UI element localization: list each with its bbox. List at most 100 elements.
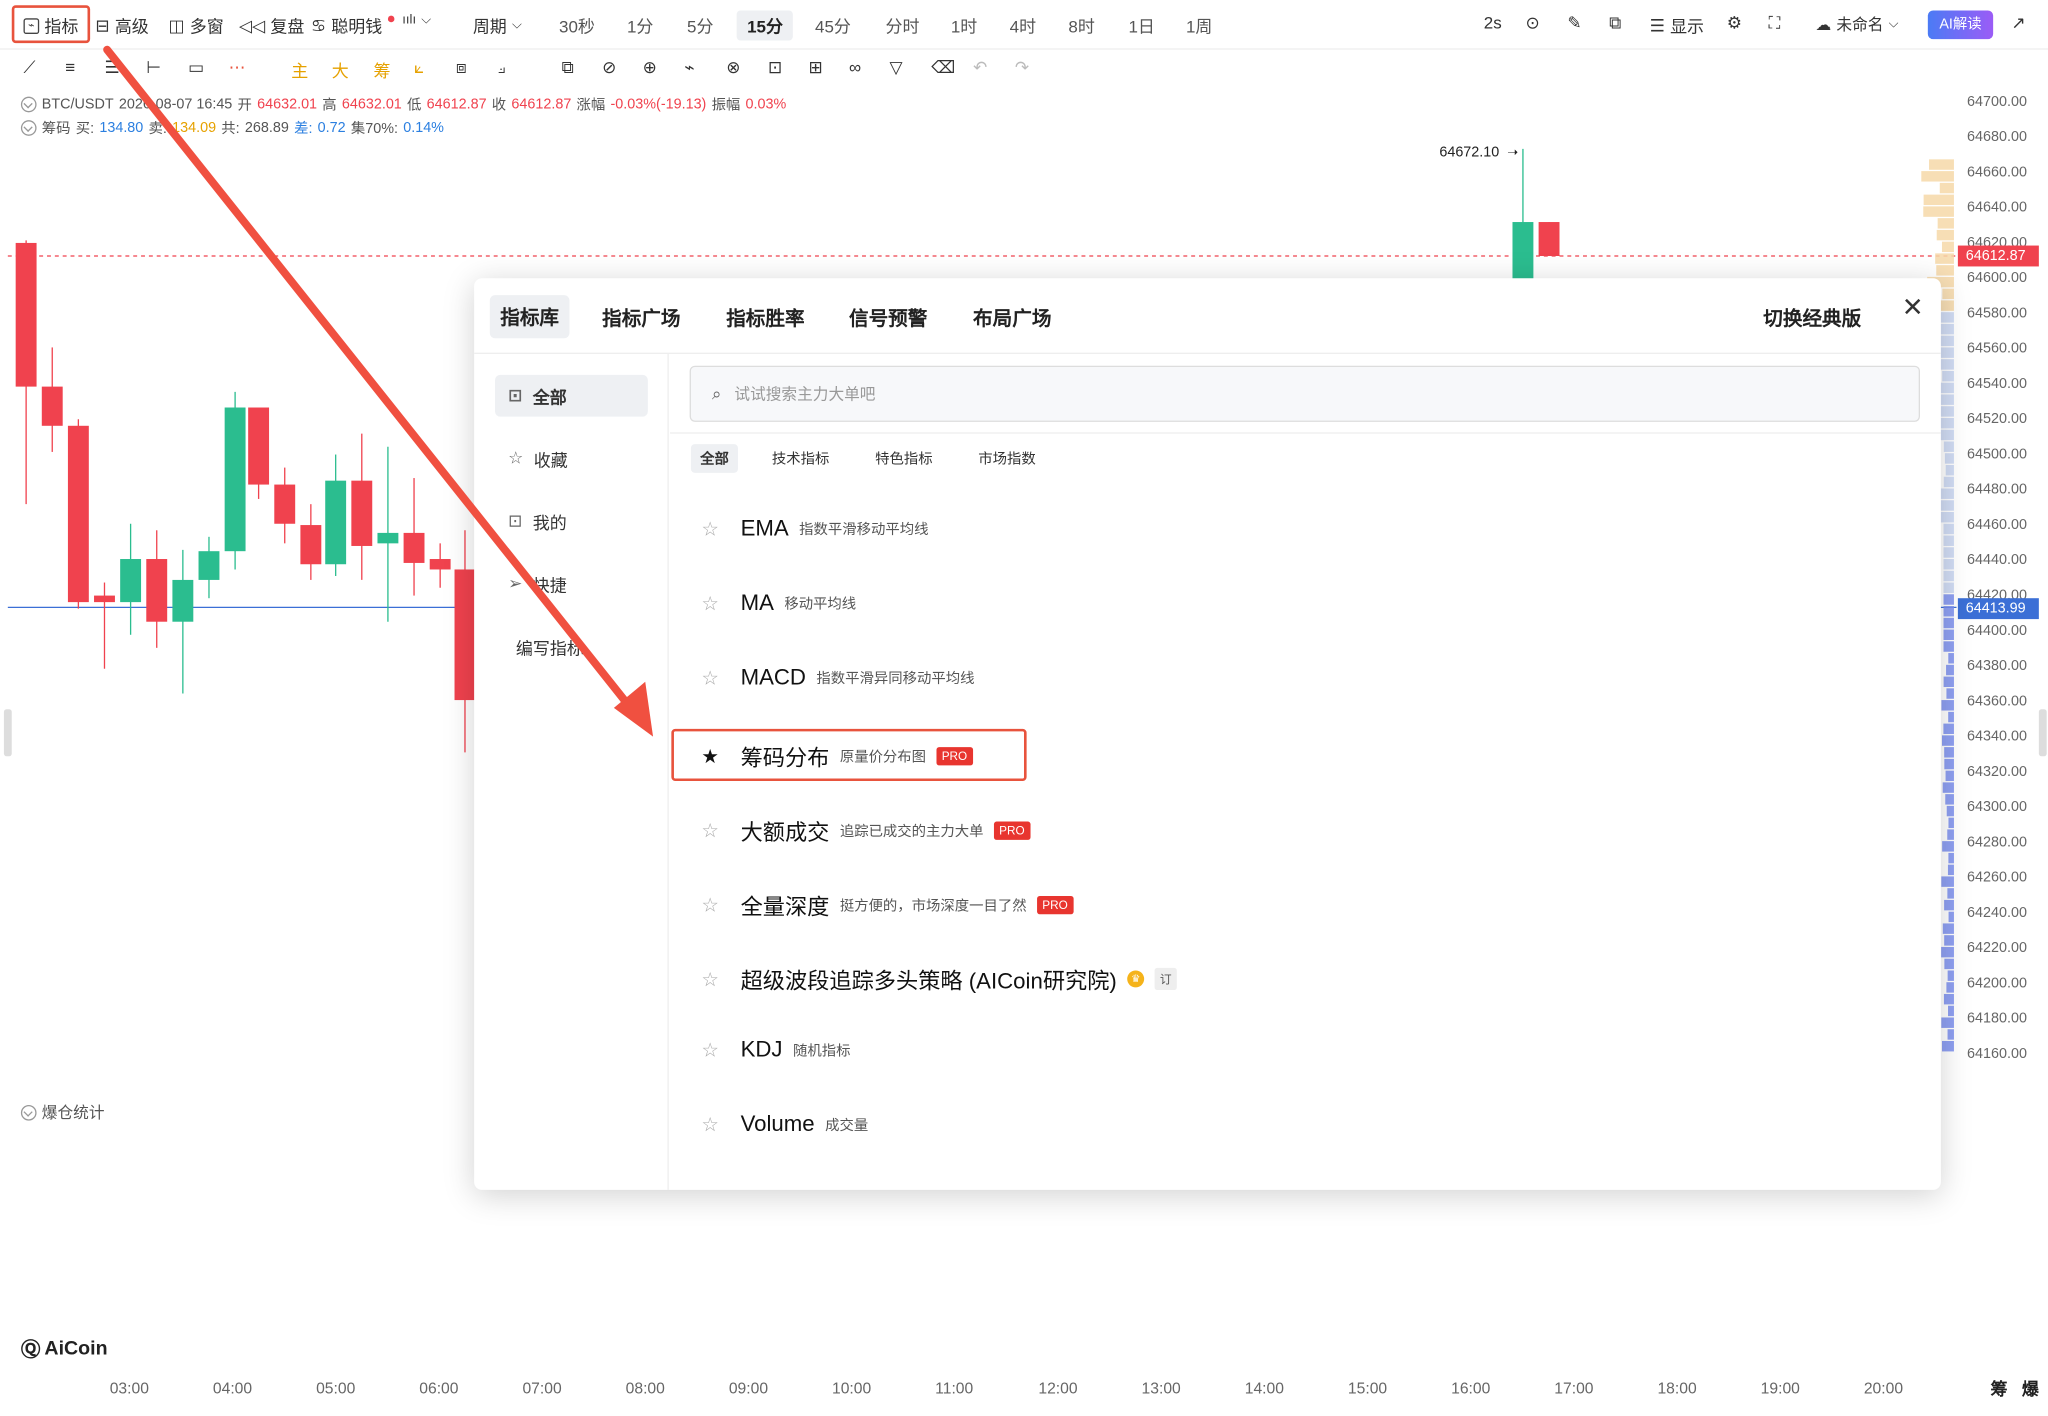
lock-icon[interactable]: ⊡ (768, 57, 782, 78)
period-0-button[interactable]: 30秒 (559, 13, 595, 38)
copy-icon[interactable]: ⧉ (562, 57, 574, 78)
period-dropdown[interactable]: 周期 ⌵ (473, 13, 522, 38)
candle-body[interactable] (94, 596, 115, 603)
link-icon[interactable]: ∞ (849, 57, 861, 77)
sidebar-item-2[interactable]: ⊡ 我的 (495, 500, 648, 542)
camera-icon[interactable]: ⊙ (1526, 13, 1540, 34)
indicator-row[interactable]: ☆ 全量深度 挺方便的，市场深度一目了然 PRO (701, 888, 1073, 921)
close-icon[interactable]: ✕ (1902, 291, 1924, 324)
candle-body[interactable] (404, 533, 425, 563)
candle-body[interactable] (455, 569, 476, 700)
candle-body[interactable] (16, 243, 37, 387)
time-axis[interactable]: 03:00 04:00 05:00 06:00 07:00 08:00 09:00 10:00… (0, 1371, 2048, 1415)
line-tool-icon[interactable]: ⟋ (24, 57, 36, 78)
modal-tab-0[interactable]: 指标库 (490, 295, 570, 338)
candle-body[interactable] (248, 408, 269, 485)
zoom-in-icon[interactable]: ⊕ (643, 57, 657, 78)
smart-money-button[interactable]: ♋ 聪明钱 (311, 13, 394, 38)
candle-body[interactable] (300, 525, 321, 564)
candle-body[interactable] (377, 533, 398, 543)
indicator-row[interactable]: ☆ 超级波段追踪多头策略 (AICoin研究院) ♛ 订 (701, 963, 1177, 996)
sidebar-item-3[interactable]: ➢ 快捷 (495, 563, 648, 605)
sidebar-item-0[interactable]: ⊡ 全部 (495, 375, 648, 417)
favorite-star-icon[interactable]: ☆ (701, 893, 730, 917)
hide-icon[interactable]: ⊗ (726, 57, 740, 78)
chips-toggle[interactable]: 筹 (374, 57, 391, 82)
sidebar-item-4[interactable]: 编写指标 (495, 626, 648, 668)
candle-body[interactable] (1512, 222, 1533, 279)
favorite-star-icon[interactable]: ☆ (701, 592, 730, 616)
period-6-button[interactable]: 1时 (951, 13, 977, 38)
modal-tab-2[interactable]: 指标胜率 (726, 304, 804, 331)
trend-icon[interactable]: ⟀ (414, 57, 424, 78)
switch-classic-button[interactable]: 切换经典版 (1763, 304, 1861, 331)
modal-tab-4[interactable]: 布局广场 (973, 304, 1051, 331)
modal-tab-3[interactable]: 信号预警 (849, 304, 927, 331)
favorite-star-icon[interactable]: ☆ (701, 517, 730, 541)
period-7-button[interactable]: 4时 (1010, 13, 1036, 38)
period-8-button[interactable]: 8时 (1068, 13, 1094, 38)
replay-button[interactable]: ◁◁ 复盘 (239, 13, 304, 38)
display-button[interactable]: ☰ 显示 (1650, 13, 1704, 38)
period-10-button[interactable]: 1周 (1186, 13, 1212, 38)
candle-body[interactable] (120, 559, 141, 602)
trash-icon[interactable]: ⌫ (931, 57, 955, 78)
rectangle-icon[interactable]: ▭ (188, 57, 204, 78)
favorite-star-icon[interactable]: ☆ (701, 1113, 730, 1137)
ruler-icon[interactable]: ⊘ (602, 57, 616, 78)
period-5-button[interactable]: 分时 (886, 13, 920, 38)
chips-corner-label[interactable]: 筹 (1991, 1375, 2008, 1400)
indicators-button[interactable]: ⌁ 指标 (24, 13, 79, 38)
favorite-star-icon[interactable]: ☆ (701, 666, 730, 690)
candle-body[interactable] (325, 481, 346, 565)
pen-icon[interactable]: ✎ (1567, 13, 1581, 34)
main-chip-toggle[interactable]: 主 (291, 57, 308, 82)
candle-body[interactable] (146, 559, 167, 622)
advanced-button[interactable]: ⊟ 高级 (95, 13, 148, 38)
fib-icon[interactable]: ☰ (104, 57, 119, 78)
candle-body[interactable] (225, 408, 246, 552)
refresh-rate-button[interactable]: 2s (1484, 13, 1502, 33)
sync-icon[interactable]: ⧈ (456, 57, 467, 78)
period-2-button[interactable]: 5分 (687, 13, 713, 38)
indicator-row[interactable]: ☆ EMA 指数平滑移动平均线 (701, 516, 928, 542)
indicator-search-input[interactable]: ⌕ 试试搜索主力大单吧 (690, 366, 1920, 422)
measure-icon[interactable]: ⟓ (498, 57, 506, 78)
template-icon[interactable]: ⊞ (808, 57, 822, 78)
candle-body[interactable] (430, 559, 451, 569)
horizontal-line-icon[interactable]: ⊢ (146, 57, 161, 78)
sidebar-item-1[interactable]: ☆ 收藏 (495, 438, 648, 480)
indicator-row[interactable]: ☆ MACD 指数平滑异同移动平均线 (701, 665, 974, 691)
redo-icon[interactable]: ↷ (1015, 57, 1029, 78)
fullscreen-icon[interactable]: ⛶ (1768, 13, 1780, 34)
candle-body[interactable] (274, 485, 295, 524)
multi-window-button[interactable]: ◫ 多窗 (168, 13, 223, 38)
settings-icon[interactable]: ⚙ (1727, 13, 1742, 34)
period-9-button[interactable]: 1日 (1128, 13, 1154, 38)
indicator-row[interactable]: ☆ KDJ 随机指标 (701, 1037, 850, 1063)
more-tools-icon[interactable]: ⋯ (229, 57, 246, 78)
candle-body[interactable] (68, 426, 89, 602)
candle-body[interactable] (199, 551, 220, 580)
layout-name-dropdown[interactable]: ☁ 未命名 ⌵ (1816, 13, 1899, 35)
big-chip-toggle[interactable]: 大 (332, 57, 349, 82)
parallel-lines-icon[interactable]: ≡ (65, 57, 75, 77)
period-3-button[interactable]: 15分 (737, 10, 794, 40)
favorite-star-icon[interactable]: ☆ (701, 1038, 730, 1062)
filter-3[interactable]: 市场指数 (978, 448, 1035, 469)
favorite-star-icon[interactable]: ☆ (701, 967, 730, 991)
filter-0[interactable]: 全部 (691, 444, 738, 473)
price-axis[interactable]: 64700.00 64680.00 64660.00 64640.00 64620.00… (1957, 86, 2048, 1105)
indicator-row[interactable]: ☆ Volume 成交量 (701, 1112, 868, 1138)
undo-icon[interactable]: ↶ (973, 57, 987, 78)
filter-1[interactable]: 技术指标 (772, 448, 829, 469)
modal-tab-1[interactable]: 指标广场 (602, 304, 680, 331)
share-icon[interactable]: ↗ (2011, 13, 2025, 34)
candle-body[interactable] (1539, 222, 1560, 256)
period-4-button[interactable]: 45分 (815, 13, 851, 38)
indicator-row[interactable]: ☆ 大额成交 追踪已成交的主力大单 PRO (701, 814, 1030, 847)
filter-icon[interactable]: ▽ (889, 57, 902, 78)
candle-body[interactable] (42, 387, 63, 426)
liquidation-corner-label[interactable]: 爆 (2022, 1375, 2039, 1400)
favorite-star-icon[interactable]: ☆ (701, 818, 730, 842)
